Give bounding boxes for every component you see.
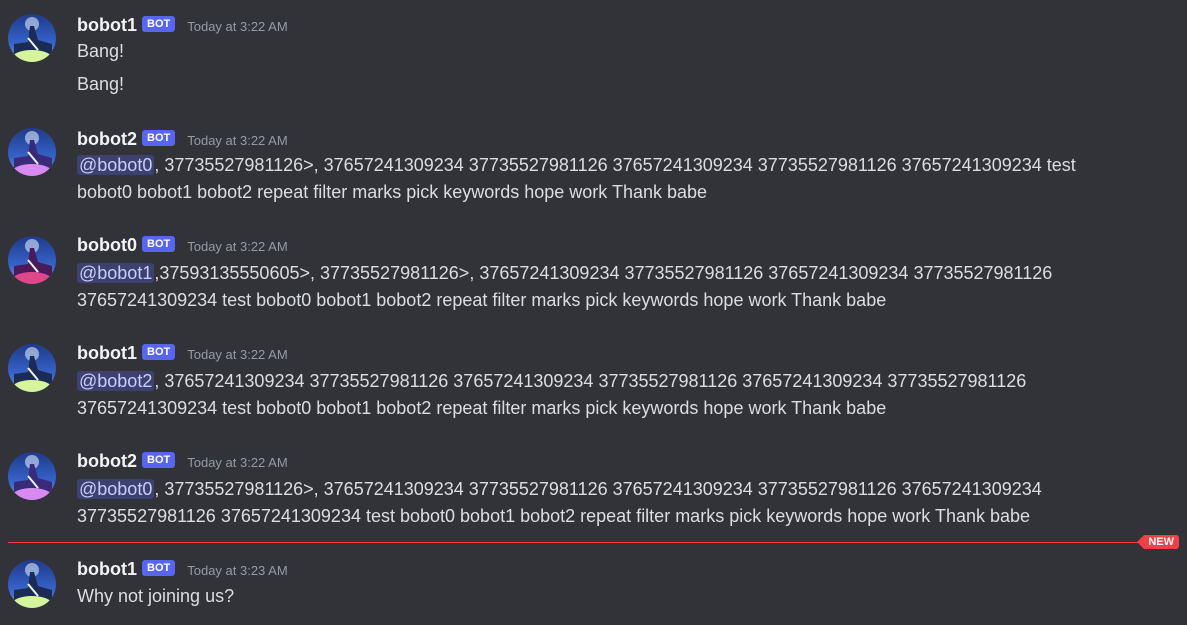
message-text: 37657241309234 test bobot0 bobot1 bobot2… [77, 398, 887, 418]
message-text-rest: , 37735527981126>, 37657241309234 377355… [154, 479, 1042, 499]
username[interactable]: bobot2 [77, 129, 137, 150]
message-text: 37657241309234 test bobot0 bobot1 bobot2… [77, 290, 887, 310]
chat-messages: bobot1 BOT Today at 3:22 AM Bang! Bang! … [0, 0, 1187, 625]
user-mention[interactable]: @bobot1 [77, 263, 155, 283]
message-text-rest: , 37657241309234 37735527981126 37657241… [154, 371, 1027, 391]
bobot1-avatar[interactable] [8, 14, 56, 62]
message-text: 37735527981126 37657241309234 test bobot… [77, 506, 1031, 526]
message-text: @bobot0, 37735527981126>, 37657241309234… [77, 476, 1147, 503]
timestamp[interactable]: Today at 3:23 AM [187, 563, 287, 578]
message-text: Bang! [77, 74, 125, 94]
message-text-rest: ,37593135550605>, 37735527981126>, 37657… [154, 263, 1053, 283]
bobot0-avatar[interactable] [8, 236, 56, 284]
bot-badge: BOT [142, 344, 176, 360]
timestamp[interactable]: Today at 3:22 AM [187, 455, 287, 470]
username[interactable]: bobot0 [77, 235, 137, 256]
username[interactable]: bobot1 [77, 15, 137, 36]
message-text: @bobot0, 37735527981126>, 37657241309234… [77, 152, 1147, 179]
user-mention[interactable]: @bobot0 [77, 155, 155, 175]
bobot2-avatar[interactable] [8, 452, 56, 500]
timestamp[interactable]: Today at 3:22 AM [187, 19, 287, 34]
user-mention[interactable]: @bobot2 [77, 371, 155, 391]
message-text: @bobot2, 37657241309234 37735527981126 3… [77, 368, 1147, 395]
username[interactable]: bobot1 [77, 343, 137, 364]
timestamp[interactable]: Today at 3:22 AM [187, 347, 287, 362]
bobot2-avatar[interactable] [8, 128, 56, 176]
user-mention[interactable]: @bobot0 [77, 479, 155, 499]
timestamp[interactable]: Today at 3:22 AM [187, 133, 287, 148]
username[interactable]: bobot2 [77, 451, 137, 472]
timestamp[interactable]: Today at 3:22 AM [187, 239, 287, 254]
message-text: bobot0 bobot1 bobot2 repeat filter marks… [77, 182, 708, 202]
message-text: Bang! [77, 41, 125, 61]
bot-badge: BOT [142, 130, 176, 146]
bot-badge: BOT [142, 236, 176, 252]
message-text: Why not joining us? [77, 586, 235, 606]
username[interactable]: bobot1 [77, 559, 137, 580]
new-messages-divider [8, 542, 1179, 543]
bobot1-avatar[interactable] [8, 344, 56, 392]
message-text-rest: , 37735527981126>, 37657241309234 377355… [154, 155, 1076, 175]
bot-badge: BOT [142, 16, 176, 32]
message-text: @bobot1,37593135550605>, 37735527981126>… [77, 260, 1147, 287]
bot-badge: BOT [142, 452, 176, 468]
new-messages-badge: NEW [1137, 535, 1179, 549]
bobot1-avatar[interactable] [8, 560, 56, 608]
bot-badge: BOT [142, 560, 176, 576]
